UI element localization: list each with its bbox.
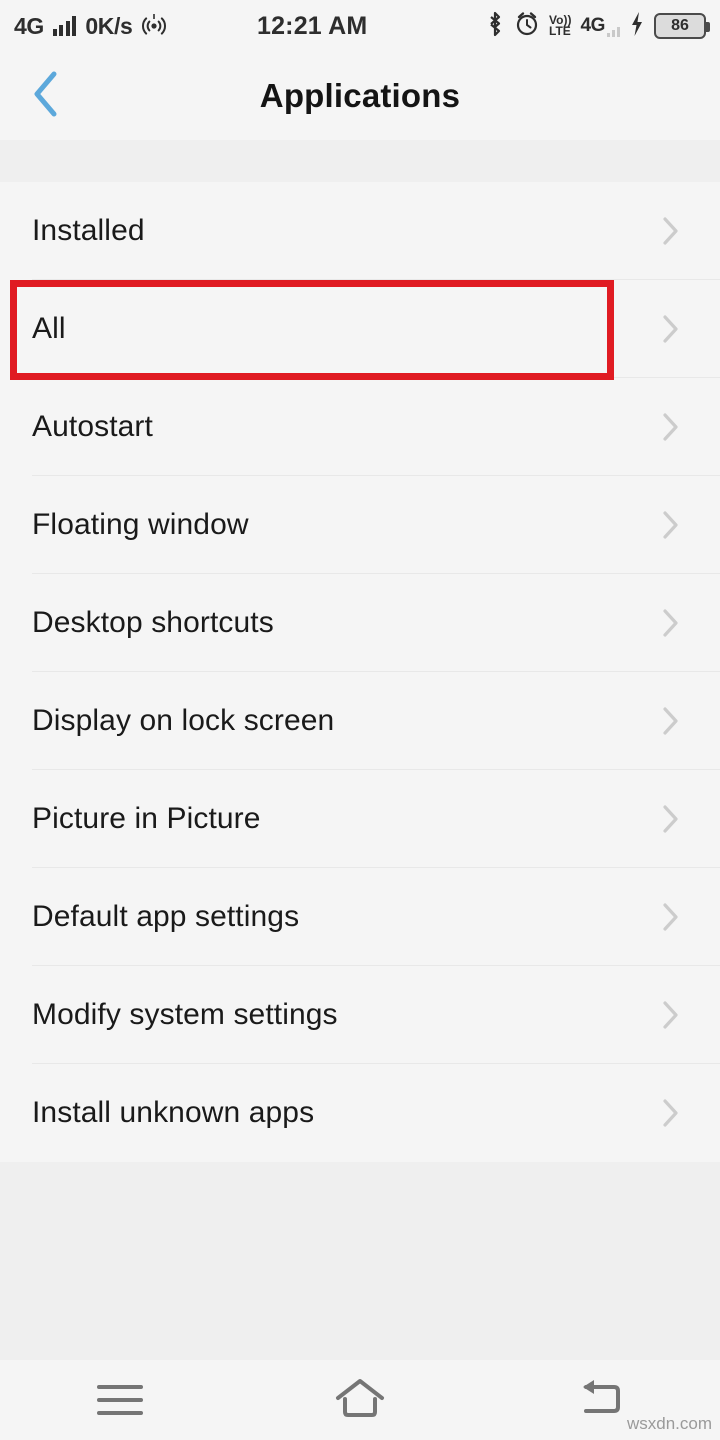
- list-item-all[interactable]: All: [0, 280, 720, 378]
- list-item-default-app-settings[interactable]: Default app settings: [0, 868, 720, 966]
- section-spacer: [0, 140, 720, 182]
- status-bar-right: Vo)) LTE 4G 86: [485, 10, 710, 43]
- system-navigation-bar: [0, 1360, 720, 1440]
- empty-area: [0, 1162, 720, 1360]
- list-item-label: Installed: [32, 214, 145, 247]
- status-bar-left: 4G 0K/s: [14, 12, 167, 41]
- status-bar: 4G 0K/s 12:21 AM Vo)) LTE 4G 86: [0, 0, 720, 52]
- list-item-label: Desktop shortcuts: [32, 606, 274, 639]
- signal-bars-icon: [52, 16, 77, 36]
- list-item-display-on-lock-screen[interactable]: Display on lock screen: [0, 672, 720, 770]
- chevron-right-icon: [662, 804, 680, 834]
- list-item-autostart[interactable]: Autostart: [0, 378, 720, 476]
- list-item-desktop-shortcuts[interactable]: Desktop shortcuts: [0, 574, 720, 672]
- list-item-floating-window[interactable]: Floating window: [0, 476, 720, 574]
- chevron-right-icon: [662, 902, 680, 932]
- settings-list: Installed All Autostart Floating window: [0, 182, 720, 1162]
- page-title: Applications: [259, 77, 461, 114]
- network-type-label: 4G: [14, 12, 44, 39]
- home-icon: [332, 1374, 388, 1427]
- status-bar-clock: 12:21 AM: [256, 11, 368, 40]
- list-item-label: Autostart: [32, 410, 153, 443]
- phone-screen: 4G 0K/s 12:21 AM Vo)) LTE 4G 86 Applicat…: [0, 0, 720, 1440]
- volte-bottom-label: LTE: [549, 24, 571, 38]
- charging-bolt-icon: [629, 11, 645, 42]
- data-rate-label: 0K/s: [85, 12, 133, 39]
- chevron-right-icon: [662, 1098, 680, 1128]
- list-item-label: Modify system settings: [32, 998, 338, 1031]
- signal-bars-secondary-icon: [607, 25, 620, 37]
- list-item-label: All: [32, 312, 66, 345]
- watermark-label: wsxdn.com: [626, 1414, 712, 1433]
- list-item-modify-system-settings[interactable]: Modify system settings: [0, 966, 720, 1064]
- list-item-label: Floating window: [32, 508, 249, 541]
- volte-indicator: Vo)) LTE: [549, 14, 571, 38]
- chevron-right-icon: [662, 412, 680, 442]
- list-item-install-unknown-apps[interactable]: Install unknown apps: [0, 1064, 720, 1162]
- hotspot-icon: [141, 12, 167, 41]
- chevron-right-icon: [662, 706, 680, 736]
- list-item-picture-in-picture[interactable]: Picture in Picture: [0, 770, 720, 868]
- back-chevron-icon: [29, 68, 63, 125]
- battery-level-label: 86: [671, 17, 689, 34]
- status-bar-center: 12:21 AM: [167, 12, 485, 41]
- menu-hamburger-icon: [97, 1385, 143, 1415]
- chevron-right-icon: [662, 1000, 680, 1030]
- chevron-right-icon: [662, 314, 680, 344]
- bluetooth-icon: [485, 10, 505, 43]
- chevron-right-icon: [662, 608, 680, 638]
- list-item-label: Display on lock screen: [32, 704, 335, 737]
- chevron-right-icon: [662, 216, 680, 246]
- alarm-clock-icon: [514, 10, 540, 43]
- network-type-2-group: 4G: [580, 15, 620, 37]
- back-return-icon: [572, 1374, 628, 1427]
- nav-home-button[interactable]: [240, 1360, 480, 1440]
- network-type-2-label: 4G: [580, 15, 605, 36]
- chevron-right-icon: [662, 510, 680, 540]
- battery-indicator: 86: [654, 13, 710, 39]
- list-item-label: Install unknown apps: [32, 1096, 315, 1129]
- back-button[interactable]: [0, 52, 92, 140]
- nav-menu-button[interactable]: [0, 1360, 240, 1440]
- app-header: Applications: [0, 52, 720, 140]
- list-item-label: Picture in Picture: [32, 802, 261, 835]
- list-item-label: Default app settings: [32, 900, 300, 933]
- list-item-installed[interactable]: Installed: [0, 182, 720, 280]
